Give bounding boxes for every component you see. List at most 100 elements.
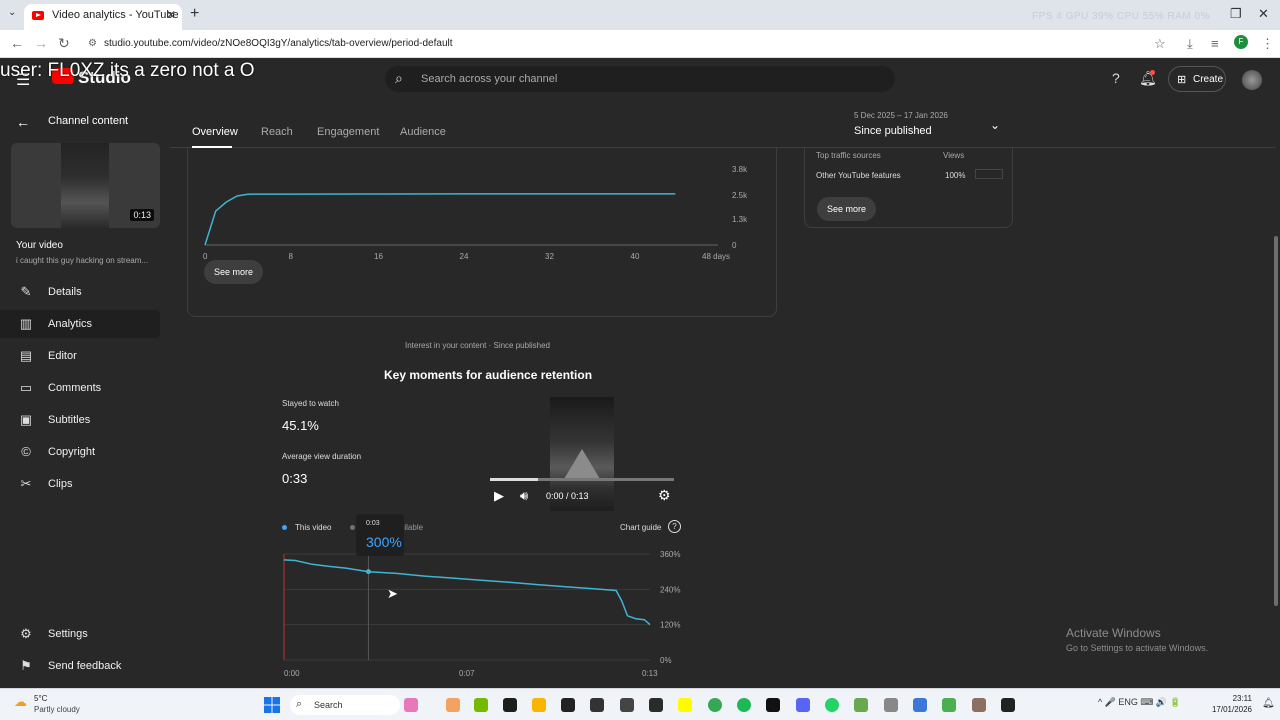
interest-caption: Interest in your content · Since publish… [405, 341, 550, 350]
retention-hover-point [365, 569, 371, 575]
site-info-icon[interactable]: ⚙ [88, 38, 97, 49]
close-window-icon[interactable]: ✕ [1258, 6, 1269, 22]
sidebar-item-clips[interactable]: ✂ Clips [0, 470, 160, 498]
taskbar-clock[interactable]: 23:11 17/01/2026 [1204, 694, 1252, 714]
windows-start-icon[interactable] [264, 697, 280, 713]
sidebar-item-analytics[interactable]: ▥ Analytics [0, 310, 160, 338]
tab-engagement[interactable]: Engagement [317, 126, 379, 138]
taskbar-app-icon[interactable] [503, 698, 517, 712]
forward-icon[interactable]: → [34, 35, 48, 51]
weather-icon[interactable]: ☁ [14, 694, 27, 710]
close-tab-icon[interactable]: ✕ [166, 8, 176, 22]
help-circle-icon[interactable]: ? [668, 520, 681, 533]
play-icon[interactable]: ▶ [494, 488, 504, 504]
tab-reach[interactable]: Reach [261, 126, 293, 138]
restore-window-icon[interactable]: ❐ [1230, 6, 1242, 22]
volume-icon[interactable]: 🔊︎ [520, 488, 528, 504]
views-chart: 3.8k 2.5k 1.3k 0 0 8 16 24 32 40 48 days [203, 165, 748, 261]
views-y-tick: 0 [732, 241, 737, 250]
media-control-icon[interactable]: ≡ [1211, 36, 1219, 51]
taskbar-app-icon[interactable] [854, 698, 868, 712]
copyright-icon: © [21, 444, 31, 459]
sidebar-item-details[interactable]: ✎ Details [0, 278, 160, 306]
views-see-more-button[interactable]: See more [204, 260, 264, 284]
bookmark-star-icon[interactable]: ☆ [1154, 36, 1166, 52]
sidebar-item-editor[interactable]: ▤ Editor [0, 342, 160, 370]
period-selector[interactable]: Since published [854, 125, 932, 137]
retention-y-tick: 360% [660, 550, 680, 559]
video-thumbnail[interactable]: 0:13 [11, 143, 160, 228]
chevron-down-icon[interactable]: ⌄ [990, 118, 1000, 132]
new-tab-button[interactable]: + [190, 5, 199, 23]
clock-time: 23:11 [1232, 694, 1252, 703]
taskbar-search[interactable]: ⌕ Search [290, 695, 400, 715]
player-settings-icon[interactable]: ⚙ [658, 487, 671, 504]
video-preview-player[interactable]: ▶ 🔊︎ 0:00 / 0:13 ⚙ [482, 397, 682, 511]
back-arrow-icon[interactable]: ← [16, 114, 30, 130]
browser-menu-icon[interactable]: ⋮ [1261, 36, 1274, 52]
channel-content-link[interactable]: Channel content [48, 115, 128, 127]
taskbar-app-icon[interactable] [620, 698, 634, 712]
browser-tab[interactable]: Video analytics - YouTube Stud ✕ [24, 4, 182, 30]
spotify-icon[interactable] [737, 698, 751, 712]
tooltip-value: 300% [366, 534, 402, 550]
calculator-icon[interactable] [913, 698, 927, 712]
system-tray[interactable]: ^ 🎤 ENG ⌨ 🔊 🔋 [1098, 697, 1181, 708]
whatsapp-icon[interactable] [825, 698, 839, 712]
retention-y-tick: 0% [660, 656, 672, 665]
sidebar: ← Channel content 0:13 Your video i caug… [0, 100, 170, 688]
minecraft-launcher-icon[interactable] [972, 698, 986, 712]
views-x-tick: 48 days [702, 252, 730, 261]
download-icon[interactable]: ⤓ [1187, 36, 1193, 52]
retention-x-tick: 0:00 [284, 669, 300, 678]
create-label: Create [1193, 74, 1224, 85]
sidebar-item-feedback[interactable]: ⚑ Send feedback [0, 652, 160, 680]
sidebar-item-settings[interactable]: ⚙ Settings [0, 620, 160, 648]
notification-center-icon[interactable]: 🔔︎ [1262, 698, 1275, 709]
tab-audience[interactable]: Audience [400, 126, 446, 138]
taskbar-app-icon[interactable] [1001, 698, 1015, 712]
epic-games-icon[interactable] [649, 698, 663, 712]
sidebar-item-subtitles[interactable]: ▣ Subtitles [0, 406, 160, 434]
retention-y-tick: 120% [660, 621, 680, 630]
legend-this-video[interactable]: This video [295, 523, 331, 532]
back-icon[interactable]: ← [10, 35, 24, 51]
taskbar-app-icon[interactable] [590, 698, 604, 712]
traffic-see-more-button[interactable]: See more [817, 197, 877, 221]
taskbar-app-icon[interactable] [404, 698, 418, 712]
stayed-to-watch-label: Stayed to watch [282, 399, 339, 408]
chrome-icon[interactable] [708, 698, 722, 712]
chart-guide-link[interactable]: Chart guide [620, 523, 661, 532]
sidebar-item-label: Subtitles [48, 414, 91, 426]
views-x-tick: 40 [631, 252, 640, 261]
windows-taskbar: ☁ 5°C Partly cloudy ⌕ Search ^ 🎤 ENG ⌨ 🔊… [0, 688, 1280, 720]
traffic-views-header: Views [943, 151, 965, 160]
tab-search-icon[interactable]: ⌄ [8, 7, 16, 18]
taskbar-app-icon[interactable] [884, 698, 898, 712]
url-field[interactable]: ⚙ studio.youtube.com/video/zNOe8OQI3gY/a… [78, 33, 1178, 55]
page-scrollbar[interactable] [1274, 236, 1278, 606]
snapchat-icon[interactable] [678, 698, 692, 712]
taskbar-app-icon[interactable] [766, 698, 780, 712]
url-text: studio.youtube.com/video/zNOe8OQI3gY/ana… [104, 38, 453, 49]
minecraft-icon[interactable] [942, 698, 956, 712]
traffic-source-value: 100% [945, 171, 966, 180]
player-progress-bar[interactable] [490, 478, 674, 481]
taskbar-app-icon[interactable] [474, 698, 488, 712]
traffic-sources-header: Top traffic sources [816, 151, 881, 160]
taskbar-app-icon[interactable] [561, 698, 575, 712]
tab-overview[interactable]: Overview [192, 126, 238, 138]
taskbar-app-icon[interactable] [446, 698, 460, 712]
channel-search-input[interactable]: ⌕ Search across your channel [385, 66, 895, 92]
profile-avatar[interactable]: F [1234, 35, 1248, 49]
file-explorer-icon[interactable] [532, 698, 546, 712]
retention-chart[interactable]: 360% 240% 120% 0% 0:00 0:07 0:13 [276, 546, 696, 686]
discord-icon[interactable] [796, 698, 810, 712]
sidebar-item-comments[interactable]: ▭ Comments [0, 374, 160, 402]
reload-icon[interactable]: ↻ [58, 35, 70, 52]
sidebar-item-copyright[interactable]: © Copyright [0, 438, 160, 466]
create-button[interactable]: ⊞ Create [1168, 66, 1226, 92]
windows-activation-watermark: Activate Windows Go to Settings to activ… [1066, 626, 1208, 653]
channel-avatar[interactable] [1242, 70, 1262, 90]
help-icon[interactable]: ? [1112, 70, 1120, 86]
